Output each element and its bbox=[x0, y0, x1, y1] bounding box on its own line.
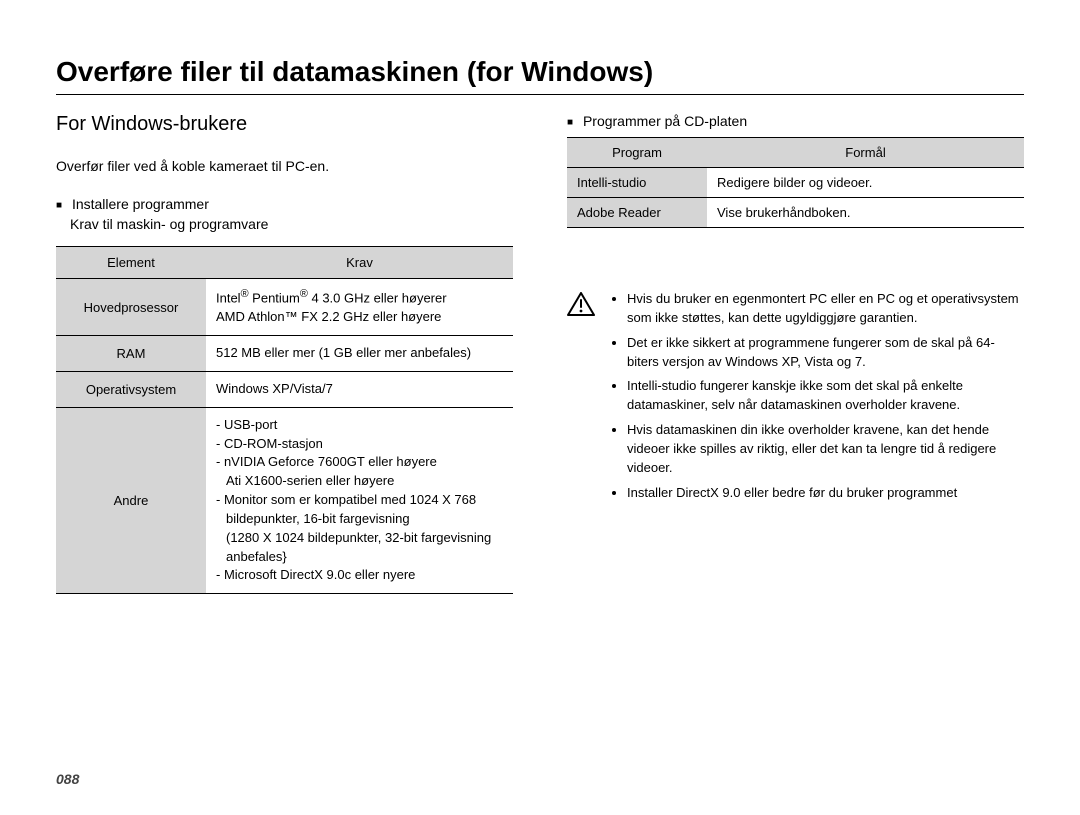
cpu-rest: 4 3.0 GHz eller høyerer bbox=[308, 290, 447, 305]
warning-item: Det er ikke sikkert at programmene funge… bbox=[627, 334, 1024, 372]
row-cpu-label: Hovedprosessor bbox=[56, 279, 206, 336]
warning-item: Hvis du bruker en egenmontert PC eller e… bbox=[627, 290, 1024, 328]
section-heading-windows-users: For Windows-brukere bbox=[56, 113, 513, 136]
col-program: Program bbox=[567, 138, 707, 168]
other-monitor-rec: (1280 X 1024 bildepunkter, 32-bit fargev… bbox=[216, 529, 503, 567]
program-intelli-studio: Intelli-studio bbox=[567, 168, 707, 198]
row-ram-value: 512 MB eller mer (1 GB eller mer anbefal… bbox=[206, 336, 513, 372]
other-directx: - Microsoft DirectX 9.0c eller nyere bbox=[216, 566, 503, 585]
row-os-value: Windows XP/Vista/7 bbox=[206, 371, 513, 407]
program-adobe-reader-purpose: Vise brukerhåndboken. bbox=[707, 198, 1024, 228]
col-purpose: Formål bbox=[707, 138, 1024, 168]
right-column: ■ Programmer på CD-platen Program Formål… bbox=[567, 113, 1024, 594]
cd-programs-heading: ■ Programmer på CD-platen bbox=[567, 113, 1024, 129]
bullet-square-icon: ■ bbox=[56, 200, 62, 211]
row-other-value: - USB-port - CD-ROM-stasjon - nVIDIA Gef… bbox=[206, 407, 513, 594]
table-row: RAM 512 MB eller mer (1 GB eller mer anb… bbox=[56, 336, 513, 372]
left-column: For Windows-brukere Overfør filer ved å … bbox=[56, 113, 513, 594]
row-ram-label: RAM bbox=[56, 336, 206, 372]
table-row: Adobe Reader Vise brukerhåndboken. bbox=[567, 198, 1024, 228]
table-header-row: Element Krav bbox=[56, 247, 513, 279]
cd-programs-label: Programmer på CD-platen bbox=[583, 113, 747, 129]
manual-page: Overføre filer til datamaskinen (for Win… bbox=[0, 0, 1080, 815]
program-intelli-studio-purpose: Redigere bilder og videoer. bbox=[707, 168, 1024, 198]
row-cpu-value: Intel® Pentium® 4 3.0 GHz eller høyerer … bbox=[206, 279, 513, 336]
title-rule bbox=[56, 94, 1024, 95]
other-gpu: - nVIDIA Geforce 7600GT eller høyere bbox=[216, 453, 503, 472]
bullet-square-icon: ■ bbox=[567, 117, 573, 128]
col-requirement: Krav bbox=[206, 247, 513, 279]
warning-item: Intelli-studio fungerer kanskje ikke som… bbox=[627, 377, 1024, 415]
programs-table: Program Formål Intelli-studio Redigere b… bbox=[567, 137, 1024, 228]
requirements-intro: Krav til maskin- og programvare bbox=[70, 216, 513, 232]
row-os-label: Operativsystem bbox=[56, 371, 206, 407]
table-row: Hovedprosessor Intel® Pentium® 4 3.0 GHz… bbox=[56, 279, 513, 336]
cpu-pentium: Pentium bbox=[249, 290, 300, 305]
row-other-label: Andre bbox=[56, 407, 206, 594]
install-programs-heading: ■ Installere programmer bbox=[56, 196, 513, 212]
other-monitor: - Monitor som er kompatibel med 1024 X 7… bbox=[216, 491, 503, 529]
warning-list: Hvis du bruker en egenmontert PC eller e… bbox=[609, 290, 1024, 508]
table-row: Intelli-studio Redigere bilder og videoe… bbox=[567, 168, 1024, 198]
other-cdrom: - CD-ROM-stasjon bbox=[216, 435, 503, 454]
requirements-table: Element Krav Hovedprosessor Intel® Penti… bbox=[56, 246, 513, 594]
other-gpu-ati: Ati X1600-serien eller høyere bbox=[216, 472, 503, 491]
warning-item: Installer DirectX 9.0 eller bedre før du… bbox=[627, 484, 1024, 503]
cpu-intel: Intel bbox=[216, 290, 241, 305]
other-usb: - USB-port bbox=[216, 416, 503, 435]
cpu-amd: AMD Athlon™ FX 2.2 GHz eller høyere bbox=[216, 309, 441, 324]
warning-icon bbox=[567, 292, 595, 322]
content-columns: For Windows-brukere Overfør filer ved å … bbox=[56, 113, 1024, 594]
page-title: Overføre filer til datamaskinen (for Win… bbox=[56, 56, 1024, 88]
col-element: Element bbox=[56, 247, 206, 279]
program-adobe-reader: Adobe Reader bbox=[567, 198, 707, 228]
warning-block: Hvis du bruker en egenmontert PC eller e… bbox=[567, 290, 1024, 508]
page-number: 088 bbox=[56, 771, 79, 787]
table-row: Operativsystem Windows XP/Vista/7 bbox=[56, 371, 513, 407]
warning-item: Hvis datamaskinen din ikke overholder kr… bbox=[627, 421, 1024, 478]
table-row: Andre - USB-port - CD-ROM-stasjon - nVID… bbox=[56, 407, 513, 594]
intro-text: Overfør filer ved å koble kameraet til P… bbox=[56, 158, 513, 174]
install-programs-label: Installere programmer bbox=[72, 196, 209, 212]
table-header-row: Program Formål bbox=[567, 138, 1024, 168]
